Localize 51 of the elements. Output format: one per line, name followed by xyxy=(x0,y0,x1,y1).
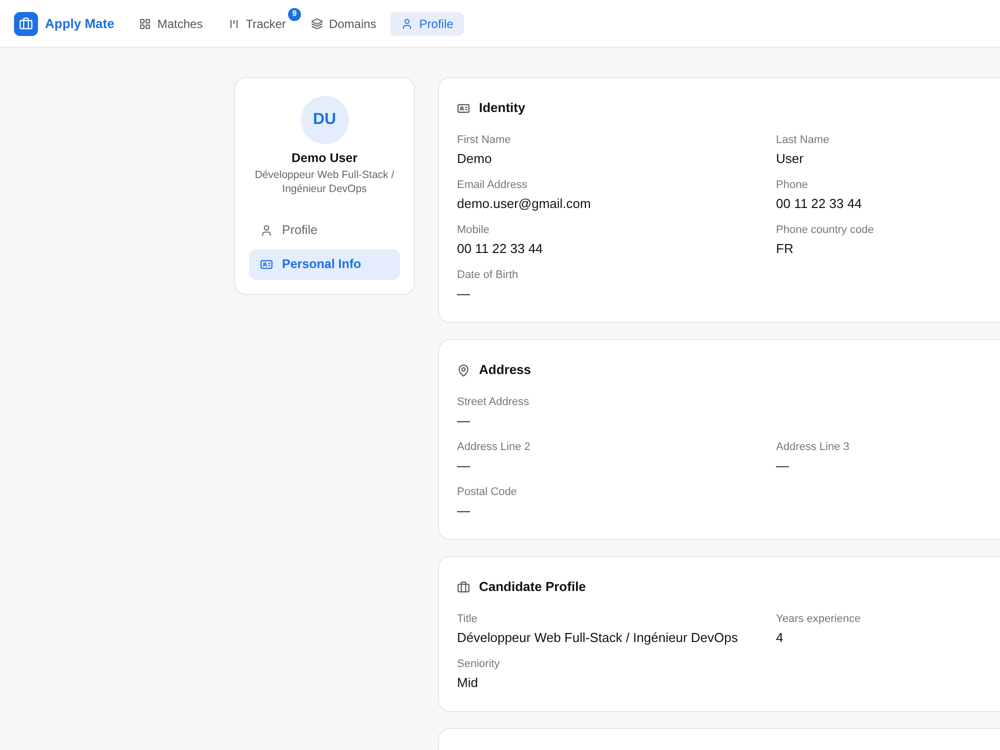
field-label: Seniority xyxy=(457,657,500,672)
field-label: Date of Birth xyxy=(457,268,518,283)
field-value: FR xyxy=(776,240,794,258)
field-value: demo.user@gmail.com xyxy=(457,195,591,213)
kanban-icon xyxy=(228,18,240,30)
app-name[interactable]: Apply Mate xyxy=(45,14,114,34)
field-label: First Name xyxy=(457,133,511,148)
field-label: Address Line 3 xyxy=(776,440,850,455)
field-value: — xyxy=(776,457,789,475)
grid-icon xyxy=(139,18,152,30)
briefcase-icon xyxy=(457,580,470,594)
user-name: Demo User xyxy=(292,150,358,166)
section-title: Candidate Profile xyxy=(479,578,586,596)
field-value: — xyxy=(457,502,470,520)
field-label: Phone country code xyxy=(776,223,874,238)
field-value: 00 11 22 33 44 xyxy=(776,195,862,213)
field-value: 00 11 22 33 44 xyxy=(457,240,543,258)
field-value: — xyxy=(457,457,470,475)
field-label: Email Address xyxy=(457,178,528,193)
field-value: User xyxy=(776,150,804,168)
field-value: Demo xyxy=(457,150,492,168)
section-title: Identity xyxy=(479,99,526,118)
briefcase-icon[interactable] xyxy=(14,12,38,36)
user-icon xyxy=(260,224,273,237)
sidebar-item[interactable]: Profile xyxy=(249,215,400,246)
field-label: Phone xyxy=(776,178,808,193)
id-card-icon xyxy=(457,102,470,114)
field-value: — xyxy=(457,412,470,430)
field-label: Mobile xyxy=(457,223,490,238)
field-value: Mid xyxy=(457,674,478,692)
field-value: Développeur Web Full-Stack / Ingénieur DevOps xyxy=(457,629,738,647)
field-label: Years experience xyxy=(776,612,861,627)
field-label: Address Line 2 xyxy=(457,440,530,455)
field-label: Street Address xyxy=(457,395,530,410)
field-value: 4 xyxy=(776,629,784,647)
map-pin-icon xyxy=(457,364,470,376)
sidebar-item[interactable]: Personal Info xyxy=(249,249,400,280)
user-title: Développeur Web Full-Stack / Ingénieur DevOps xyxy=(254,168,396,196)
section-title: Address xyxy=(479,361,532,380)
field-value: — xyxy=(457,285,470,303)
count-badge: 9 xyxy=(288,8,301,20)
field-label: Title xyxy=(457,612,478,627)
avatar: DU xyxy=(300,96,348,144)
field-label: Postal Code xyxy=(457,485,517,500)
id-card-icon xyxy=(260,258,273,271)
nav-tab[interactable]: Profile xyxy=(390,12,464,36)
nav-tab[interactable]: Matches xyxy=(128,12,214,36)
user-icon xyxy=(401,18,414,30)
field-label: Last Name xyxy=(776,133,830,148)
nav-tab[interactable]: Domains xyxy=(300,12,388,36)
layers-icon xyxy=(310,18,323,30)
